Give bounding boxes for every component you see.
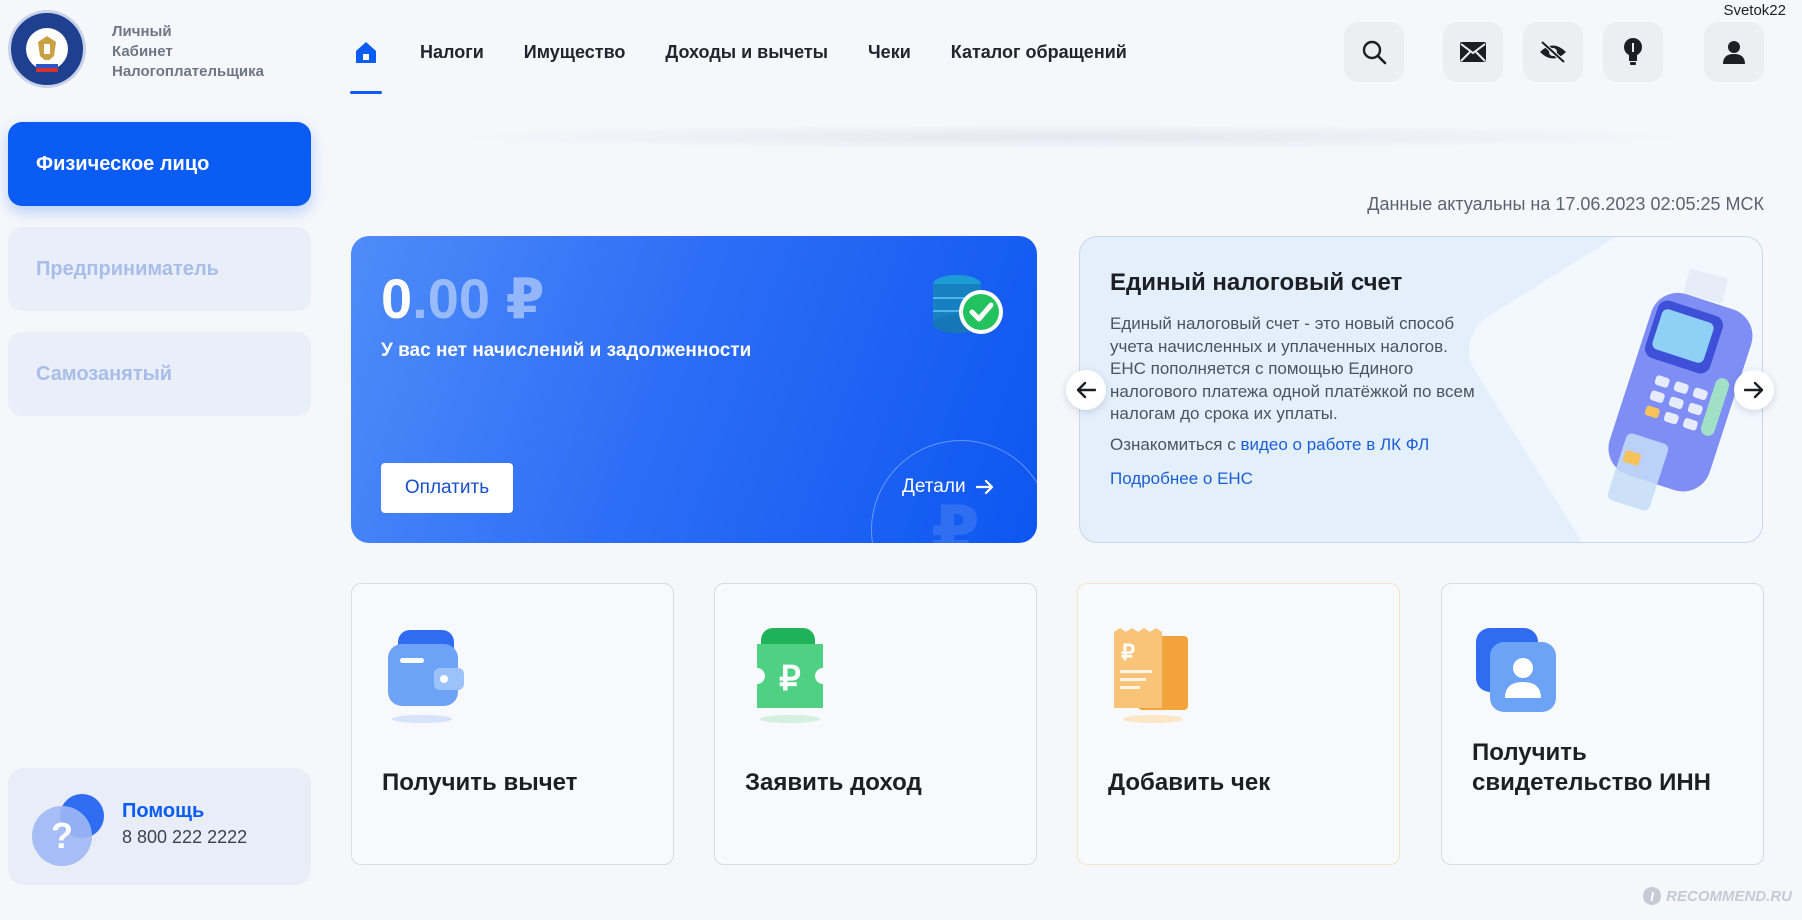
svg-text:₽: ₽	[779, 660, 801, 698]
home-icon	[356, 42, 376, 63]
help-card[interactable]: ? Помощь 8 800 222 2222	[8, 768, 311, 885]
carousel-prev-button[interactable]	[1066, 370, 1106, 410]
sidebar-item-entrepreneur[interactable]: Предприниматель	[8, 227, 311, 311]
svg-text:?: ?	[51, 815, 73, 856]
messages-button[interactable]	[1443, 22, 1503, 82]
tile-title: Добавить чек	[1108, 769, 1271, 796]
tile-get-deduction[interactable]: Получить вычет	[351, 583, 674, 865]
id-card-icon	[1476, 628, 1556, 712]
main-nav: Налоги Имущество Доходы и вычеты Чеки Ка…	[350, 30, 1167, 94]
ruble-watermark-icon: ₽	[931, 493, 980, 543]
tile-add-receipt[interactable]: ₽ Добавить чек	[1077, 583, 1400, 865]
tips-button[interactable]	[1603, 22, 1663, 82]
tile-title: Получить свидетельство ИНН	[1472, 739, 1712, 796]
tile-declare-income[interactable]: ₽ Заявить доход	[714, 583, 1037, 865]
balance-amount: 0.00 ₽	[381, 266, 545, 332]
nav-income-deductions[interactable]: Доходы и вычеты	[665, 42, 828, 63]
help-phone: 8 800 222 2222	[122, 827, 248, 847]
ens-description: Единый налоговый счет - это новый способ…	[1110, 314, 1475, 423]
arrow-right-icon	[1744, 381, 1764, 399]
svg-text:I: I	[1650, 889, 1654, 904]
payment-terminal-icon	[1607, 269, 1753, 511]
balance-card: 0.00 ₽ У вас нет начислений и задолженно…	[351, 236, 1037, 543]
help-title: Помощь	[122, 800, 205, 822]
nav-home[interactable]	[350, 30, 382, 94]
mail-icon	[1460, 42, 1486, 62]
svg-text:₽: ₽	[1121, 640, 1135, 665]
ens-video-prefix: Ознакомиться с	[1110, 435, 1236, 454]
ens-title: Единый налоговый счет	[1110, 269, 1403, 296]
receipt-icon: ₽	[1114, 628, 1188, 723]
pay-button[interactable]: Оплатить	[381, 463, 513, 513]
ens-video-line: Ознакомиться с видео о работе в ЛК ФЛ	[1110, 435, 1429, 455]
logo-line: Налогоплательщика	[112, 63, 264, 80]
ruble-ticket-icon: ₽	[757, 628, 823, 723]
logo-line: Кабинет	[112, 43, 173, 60]
sidebar-item-label: Самозанятый	[36, 362, 173, 385]
profile-button[interactable]	[1704, 22, 1764, 82]
eye-off-icon	[1540, 40, 1566, 64]
logo-line: Личный	[112, 23, 172, 40]
tile-title: Заявить доход	[745, 769, 922, 796]
sidebar-item-label: Физическое лицо	[36, 152, 210, 175]
balance-amount-int: 0	[381, 267, 413, 330]
ens-video-link[interactable]: видео о работе в ЛК ФЛ	[1240, 435, 1429, 454]
arrow-left-icon	[1076, 381, 1096, 399]
wallet-icon	[388, 630, 464, 723]
ens-card: Единый налоговый счет Единый налоговый с…	[1079, 236, 1763, 543]
data-updated-timestamp: Данные актуальны на 17.06.2023 02:05:25 …	[1367, 194, 1764, 214]
balance-subtitle: У вас нет начислений и задолженности	[381, 340, 752, 361]
nav-receipts[interactable]: Чеки	[868, 42, 911, 63]
header-shadow	[420, 124, 1720, 150]
visibility-toggle-button[interactable]	[1523, 22, 1583, 82]
header: Личный Кабинет Налогоплательщика Налоги …	[0, 0, 1802, 110]
sidebar-item-label: Предприниматель	[36, 257, 219, 280]
fns-logo[interactable]	[8, 10, 86, 88]
logo-text: Личный Кабинет Налогоплательщика	[112, 22, 264, 82]
arrow-right-icon	[975, 479, 993, 495]
username: Svetok22	[1723, 2, 1786, 19]
details-label: Детали	[902, 476, 966, 497]
sidebar-item-individual[interactable]: Физическое лицо	[8, 122, 311, 206]
coins-check-icon	[933, 275, 1003, 334]
search-icon	[1362, 40, 1387, 65]
carousel-next-button[interactable]	[1734, 370, 1774, 410]
tile-get-inn-certificate[interactable]: Получить свидетельство ИНН	[1441, 583, 1764, 865]
lightbulb-icon	[1624, 38, 1642, 65]
question-icon: ?	[32, 794, 104, 866]
user-icon	[1723, 41, 1745, 64]
details-link[interactable]: Детали	[902, 476, 994, 498]
watermark-text: RECOMMEND.RU	[1666, 887, 1792, 905]
tile-title: Получить вычет	[382, 769, 578, 796]
nav-appeals-catalog[interactable]: Каталог обращений	[951, 42, 1127, 63]
balance-amount-dec: .00 ₽	[412, 267, 545, 330]
recommend-logo-icon: I	[1643, 887, 1662, 905]
search-button[interactable]	[1344, 22, 1404, 82]
sidebar-item-self-employed[interactable]: Самозанятый	[8, 332, 311, 416]
nav-taxes[interactable]: Налоги	[420, 42, 484, 63]
ens-more-link[interactable]: Подробнее о ЕНС	[1110, 469, 1253, 489]
watermark: I RECOMMEND.RU	[1642, 886, 1792, 906]
nav-property[interactable]: Имущество	[524, 42, 626, 63]
